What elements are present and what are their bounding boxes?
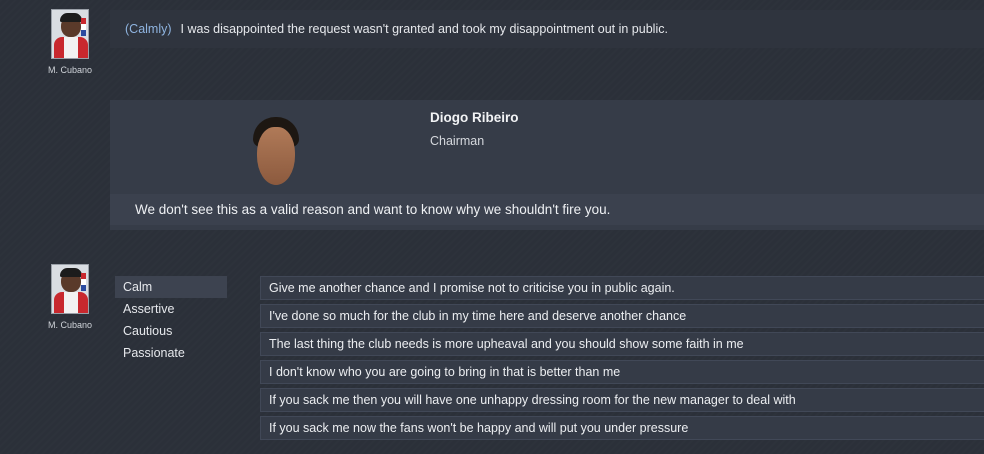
manager-photo bbox=[51, 9, 89, 59]
statement-text: I was disappointed the request wasn't gr… bbox=[180, 22, 668, 36]
manager-photo bbox=[51, 264, 89, 314]
manager-avatar-reply: M. Cubano bbox=[40, 264, 100, 330]
statement-tone: (Calmly) bbox=[125, 22, 172, 36]
chairman-panel: Diogo Ribeiro Chairman We don't see this… bbox=[110, 100, 984, 230]
manager-avatar-top: M. Cubano bbox=[40, 9, 100, 75]
tone-option-passionate[interactable]: Passionate bbox=[115, 342, 227, 364]
manager-statement: (Calmly) I was disappointed the request … bbox=[110, 10, 984, 48]
response-option[interactable]: If you sack me then you will have one un… bbox=[260, 388, 984, 412]
tone-selector: Calm Assertive Cautious Passionate bbox=[115, 276, 227, 364]
chairman-photo bbox=[247, 117, 305, 189]
chairman-role: Chairman bbox=[430, 134, 485, 148]
response-option[interactable]: I don't know who you are going to bring … bbox=[260, 360, 984, 384]
manager-name: M. Cubano bbox=[47, 320, 93, 330]
response-option[interactable]: The last thing the club needs is more up… bbox=[260, 332, 984, 356]
response-option[interactable]: Give me another chance and I promise not… bbox=[260, 276, 984, 300]
chairman-quote: We don't see this as a valid reason and … bbox=[110, 194, 984, 225]
response-option[interactable]: If you sack me now the fans won't be hap… bbox=[260, 416, 984, 440]
tone-option-calm[interactable]: Calm bbox=[115, 276, 227, 298]
response-options: Give me another chance and I promise not… bbox=[260, 276, 984, 444]
tone-option-cautious[interactable]: Cautious bbox=[115, 320, 227, 342]
manager-name: M. Cubano bbox=[47, 65, 93, 75]
response-option[interactable]: I've done so much for the club in my tim… bbox=[260, 304, 984, 328]
tone-option-assertive[interactable]: Assertive bbox=[115, 298, 227, 320]
chairman-name: Diogo Ribeiro bbox=[430, 110, 519, 125]
